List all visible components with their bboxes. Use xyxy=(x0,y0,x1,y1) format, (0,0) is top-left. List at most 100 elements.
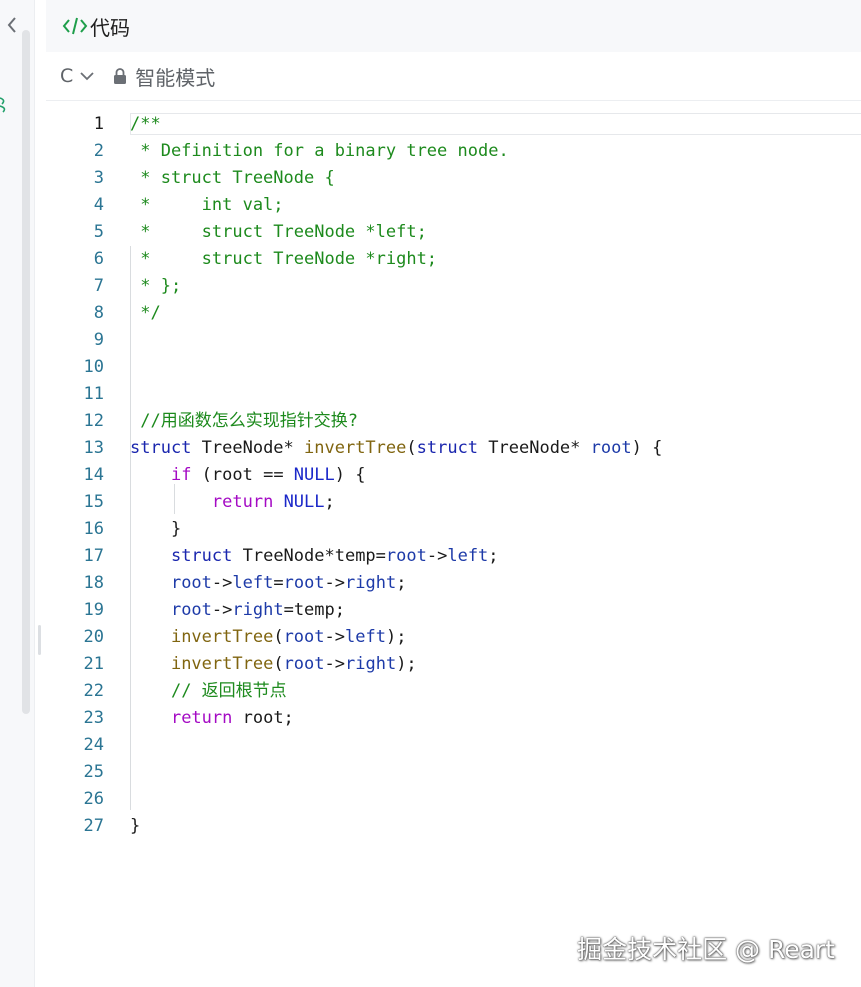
code-line[interactable]: 15 return NULL; xyxy=(46,489,861,516)
code-token: return xyxy=(211,492,274,512)
code-line[interactable]: 23 return root; xyxy=(46,705,861,732)
code-token: root xyxy=(283,627,325,647)
code-token: -> xyxy=(211,600,233,620)
code-token: //用函数怎么实现指针交换? xyxy=(130,411,358,431)
code-line[interactable]: 24 xyxy=(46,732,861,759)
code-token: } xyxy=(130,816,141,836)
code-token: struct xyxy=(130,438,192,458)
code-line[interactable]: 14 if (root == NULL) { xyxy=(46,462,861,489)
code-token: TreeNode*temp= xyxy=(232,546,386,566)
code-token: (root == xyxy=(191,465,294,485)
line-number: 12 xyxy=(83,411,104,431)
code-token: return xyxy=(170,708,233,728)
code-line[interactable]: 19 root->right=temp; xyxy=(46,597,861,624)
line-number: 14 xyxy=(83,465,104,485)
lock-icon xyxy=(114,68,127,84)
code-line[interactable]: 9 xyxy=(46,327,861,354)
code-panel: 代码 C 智能模式 1 /** 2 * Definition for a binar… xyxy=(46,0,861,987)
code-token: invertTree xyxy=(170,627,274,647)
line-number: 21 xyxy=(83,654,104,674)
code-token: ; xyxy=(324,492,335,512)
code-line[interactable]: 27} xyxy=(46,813,861,840)
code-line[interactable]: 10 xyxy=(46,354,861,381)
code-token: * int val; xyxy=(130,195,284,215)
code-line[interactable]: 7 * }; xyxy=(46,273,861,300)
chevron-left-icon xyxy=(7,17,16,33)
code-line[interactable]: 12 //用函数怎么实现指针交换? xyxy=(46,408,861,435)
code-token: * Definition for a binary tree node. xyxy=(130,141,509,161)
panel-resize-handle[interactable] xyxy=(38,625,41,655)
code-line[interactable]: 1 /** xyxy=(46,111,861,138)
code-token: invertTree xyxy=(304,438,407,458)
code-token: root xyxy=(385,546,427,566)
code-token: ) { xyxy=(631,438,663,458)
collapse-panel-button[interactable] xyxy=(0,10,24,40)
mode-indicator[interactable]: 智能模式 xyxy=(113,62,215,91)
language-label: C xyxy=(60,65,74,87)
code-token: NULL xyxy=(293,465,335,485)
line-code: return root; xyxy=(130,705,294,732)
code-token: TreeNode* xyxy=(478,438,591,458)
line-code: * Definition for a binary tree node. xyxy=(130,138,509,165)
code-line[interactable]: 21 invertTree(root->right); xyxy=(46,651,861,678)
code-icon xyxy=(62,17,88,35)
line-code: /** xyxy=(130,111,161,138)
partial-green-icon xyxy=(0,97,6,113)
code-line[interactable]: 22 // 返回根节点 xyxy=(46,678,861,705)
line-code: root->left=root->right; xyxy=(130,570,407,597)
code-line[interactable]: 6 * struct TreeNode *right; xyxy=(46,246,861,273)
code-line[interactable]: 4 * int val; xyxy=(46,192,861,219)
line-number: 27 xyxy=(83,816,104,836)
code-token: root xyxy=(170,573,212,593)
active-line-highlight xyxy=(130,113,861,135)
line-number: 19 xyxy=(83,600,104,620)
sidebar-scrollbar[interactable] xyxy=(22,30,30,714)
line-code: } xyxy=(130,516,181,543)
code-line[interactable]: 18 root->left=root->right; xyxy=(46,570,861,597)
line-code: root->right=temp; xyxy=(130,597,345,624)
code-token: ; xyxy=(396,573,407,593)
line-number: 22 xyxy=(83,681,104,701)
code-token: right xyxy=(232,600,284,620)
code-line[interactable]: 20 invertTree(root->left); xyxy=(46,624,861,651)
code-line[interactable]: 16 } xyxy=(46,516,861,543)
code-line[interactable]: 3 * struct TreeNode { xyxy=(46,165,861,192)
code-token: } xyxy=(130,519,182,539)
code-token: root; xyxy=(232,708,294,728)
code-line[interactable]: 26 xyxy=(46,786,861,813)
code-token: * struct TreeNode *right; xyxy=(130,249,438,269)
code-token: struct xyxy=(416,438,479,458)
code-token: -> xyxy=(324,627,345,647)
line-number: 2 xyxy=(93,141,104,161)
panel-header: 代码 xyxy=(46,0,861,52)
code-line[interactable]: 25 xyxy=(46,759,861,786)
code-line[interactable]: 2 * Definition for a binary tree node. xyxy=(46,138,861,165)
code-editor[interactable]: 1 /** 2 * Definition for a binary tree nod… xyxy=(46,111,861,840)
line-code: * struct TreeNode { xyxy=(130,165,334,192)
code-line[interactable]: 8 */ xyxy=(46,300,861,327)
language-select[interactable]: C xyxy=(60,60,95,92)
code-token: ); xyxy=(396,654,417,674)
code-line[interactable]: 13 struct TreeNode* invertTree(struct Tre… xyxy=(46,435,861,462)
code-line[interactable]: 17 struct TreeNode*temp=root->left; xyxy=(46,543,861,570)
code-token: left xyxy=(232,573,274,593)
line-number: 10 xyxy=(83,357,104,377)
line-number: 6 xyxy=(93,249,104,269)
code-token: * }; xyxy=(130,276,182,296)
code-token: -> xyxy=(324,573,346,593)
left-sidebar-strip xyxy=(0,0,35,987)
line-number: 23 xyxy=(83,708,104,728)
line-code: * int val; xyxy=(130,192,284,219)
line-number: 9 xyxy=(93,330,104,350)
code-token: left xyxy=(447,546,489,566)
code-line[interactable]: 5 * struct TreeNode *left; xyxy=(46,219,861,246)
code-line[interactable]: 11 xyxy=(46,381,861,408)
line-code: struct TreeNode* invertTree(struct TreeN… xyxy=(130,435,662,462)
code-token: ; xyxy=(488,546,499,566)
line-number: 15 xyxy=(83,492,104,512)
